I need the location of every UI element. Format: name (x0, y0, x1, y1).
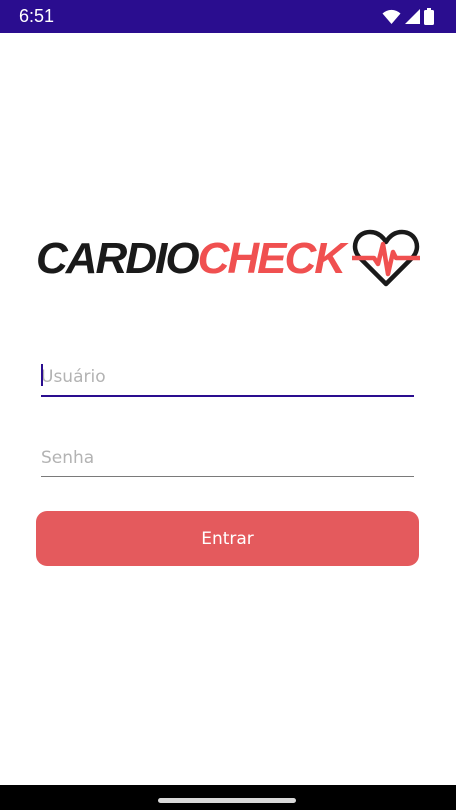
username-field[interactable] (41, 359, 414, 397)
text-cursor (41, 364, 43, 386)
cardiocheck-logo: CARDIOCHECK (36, 228, 420, 290)
password-field[interactable] (41, 440, 414, 477)
username-input[interactable] (41, 359, 414, 395)
status-time: 6:51 (19, 6, 55, 26)
password-input[interactable] (41, 440, 414, 476)
logo-text-check: CHECK (197, 234, 346, 283)
heart-pulse-icon (352, 229, 420, 287)
wifi-icon (382, 9, 401, 29)
logo-text-cardio: CARDIO (36, 234, 200, 283)
logo-wordmark: CARDIOCHECK (36, 234, 346, 284)
home-indicator[interactable] (158, 798, 296, 803)
status-icons (382, 8, 434, 29)
signal-icon (405, 9, 420, 28)
status-bar: 6:51 (0, 0, 456, 33)
login-button[interactable]: Entrar (36, 511, 419, 566)
navigation-bar (0, 785, 456, 810)
battery-icon (424, 8, 434, 29)
